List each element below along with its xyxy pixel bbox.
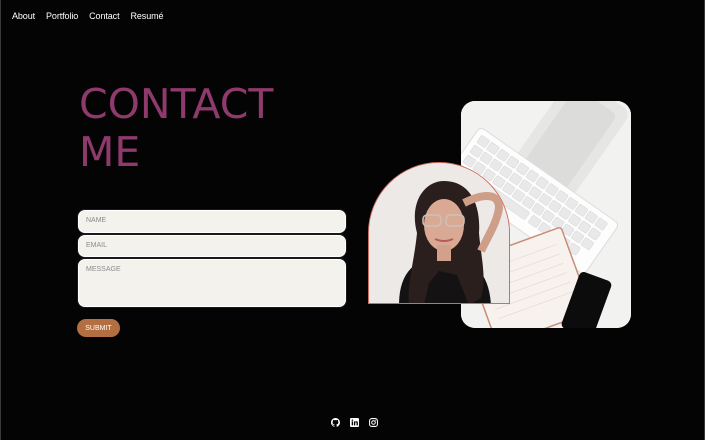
main-nav: About Portfolio Contact Resumé: [12, 11, 164, 21]
page-title-line2: ME: [79, 128, 141, 176]
nav-contact[interactable]: Contact: [89, 11, 119, 21]
github-icon[interactable]: [331, 414, 340, 427]
social-links: [331, 414, 378, 427]
linkedin-icon[interactable]: [350, 414, 359, 427]
nav-portfolio[interactable]: Portfolio: [46, 11, 78, 21]
submit-button[interactable]: SUBMIT: [77, 319, 120, 337]
portrait-illustration: [369, 163, 509, 303]
instagram-icon[interactable]: [369, 414, 378, 427]
email-placeholder: EMAIL: [86, 242, 108, 249]
profile-photo: [368, 162, 510, 304]
page-title-line1: CONTACT: [79, 80, 274, 128]
page-title: CONTACT ME: [79, 80, 273, 176]
message-placeholder: MESSAGE: [86, 266, 121, 273]
nav-about[interactable]: About: [12, 11, 35, 21]
nav-resume[interactable]: Resumé: [130, 11, 163, 21]
email-field[interactable]: EMAIL: [78, 235, 346, 257]
message-field[interactable]: MESSAGE: [78, 259, 346, 307]
name-placeholder: NAME: [86, 217, 107, 224]
name-field[interactable]: NAME: [78, 210, 346, 233]
